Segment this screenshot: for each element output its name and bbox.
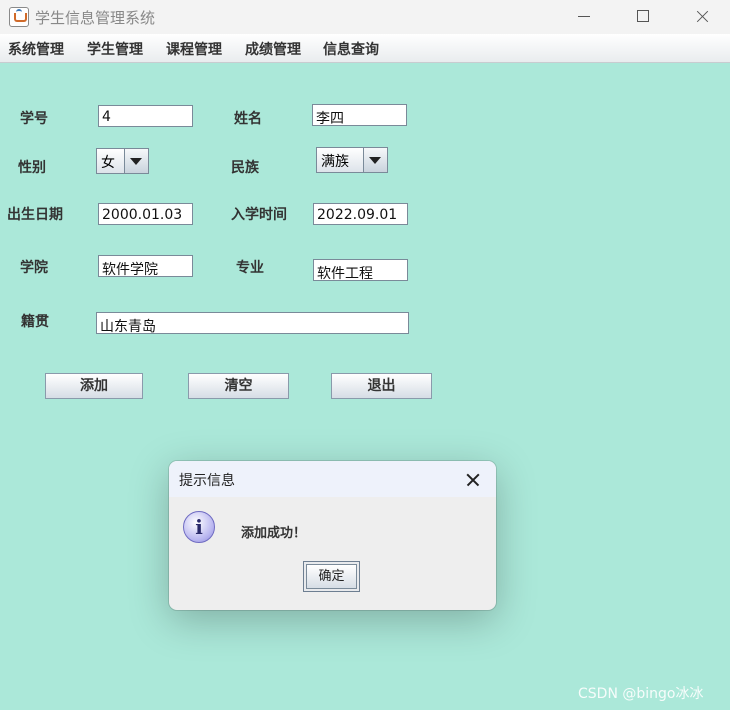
message-dialog: 提示信息 i 添加成功！ 确定 bbox=[169, 461, 496, 610]
close-icon[interactable] bbox=[465, 471, 481, 487]
hometown-label: 籍贯 bbox=[21, 314, 49, 330]
menu-course[interactable]: 课程管理 bbox=[166, 39, 222, 59]
college-label: 学院 bbox=[20, 260, 48, 276]
menu-query[interactable]: 信息查询 bbox=[323, 39, 379, 59]
menu-bar: 系统管理 学生管理 课程管理 成绩管理 信息查询 bbox=[0, 34, 730, 63]
menu-system[interactable]: 系统管理 bbox=[8, 39, 64, 59]
college-field[interactable]: 软件学院 bbox=[98, 255, 193, 278]
major-field[interactable]: 软件工程 bbox=[313, 259, 408, 282]
title-bar: 学生信息管理系统 bbox=[0, 0, 730, 34]
birth-date-field[interactable]: 2000.01.03 bbox=[98, 203, 193, 225]
major-label: 专业 bbox=[236, 260, 264, 276]
ok-button[interactable]: 确定 bbox=[303, 561, 360, 592]
enroll-date-field[interactable]: 2022.09.01 bbox=[313, 203, 408, 225]
name-label: 姓名 bbox=[234, 111, 262, 127]
maximize-icon[interactable] bbox=[620, 3, 666, 31]
window-title: 学生信息管理系统 bbox=[35, 9, 156, 27]
close-icon[interactable] bbox=[680, 3, 726, 31]
ethnicity-label: 民族 bbox=[231, 160, 259, 176]
ok-button-label: 确定 bbox=[306, 564, 357, 589]
birth-date-label: 出生日期 bbox=[7, 207, 63, 223]
gender-value: 女 bbox=[101, 155, 115, 171]
hometown-field[interactable]: 山东青岛 bbox=[96, 312, 409, 335]
gender-label: 性别 bbox=[18, 160, 46, 176]
info-icon: i bbox=[183, 511, 215, 543]
exit-button[interactable]: 退出 bbox=[331, 373, 432, 399]
menu-grade[interactable]: 成绩管理 bbox=[245, 39, 301, 59]
minimize-icon[interactable] bbox=[561, 3, 607, 31]
menu-student[interactable]: 学生管理 bbox=[87, 39, 143, 59]
dialog-title: 提示信息 bbox=[179, 473, 235, 489]
dialog-message: 添加成功！ bbox=[241, 526, 307, 541]
name-field[interactable]: 李四 bbox=[312, 104, 407, 127]
student-id-label: 学号 bbox=[20, 111, 48, 127]
java-app-icon bbox=[9, 7, 29, 27]
gender-select[interactable]: 女 bbox=[96, 148, 149, 174]
watermark: CSDN @bingo冰冰 bbox=[578, 686, 704, 702]
ethnicity-value: 满族 bbox=[321, 154, 349, 170]
dropdown-arrow-icon[interactable] bbox=[363, 148, 387, 172]
dropdown-arrow-icon[interactable] bbox=[124, 149, 148, 173]
student-id-field[interactable]: 4 bbox=[98, 105, 193, 127]
clear-button[interactable]: 清空 bbox=[188, 373, 289, 399]
enroll-date-label: 入学时间 bbox=[231, 207, 287, 223]
dialog-header: 提示信息 bbox=[169, 461, 496, 497]
ethnicity-select[interactable]: 满族 bbox=[316, 147, 388, 173]
add-button[interactable]: 添加 bbox=[45, 373, 143, 399]
